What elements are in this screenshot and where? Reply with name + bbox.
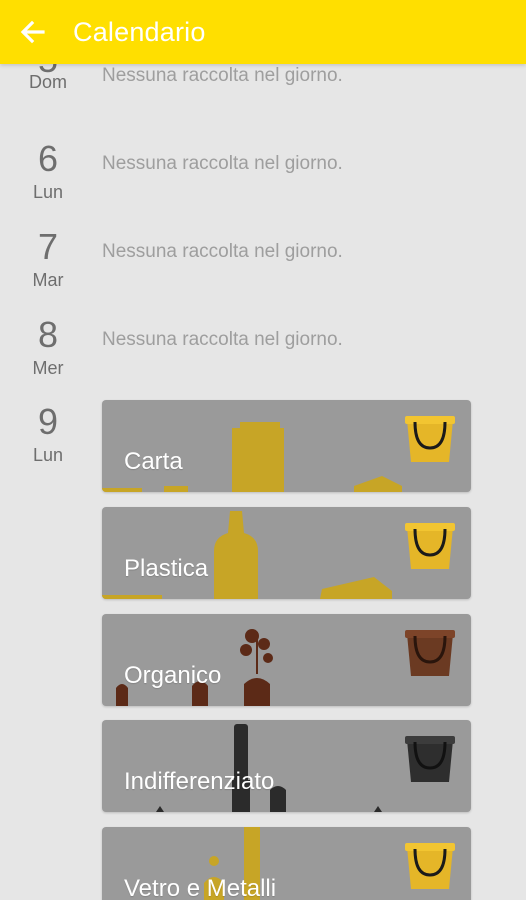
waste-bin-icon bbox=[405, 736, 455, 782]
collection-card-plastica[interactable]: Plastica bbox=[102, 507, 471, 599]
collection-label: Plastica bbox=[124, 555, 209, 582]
day-weekday: Lun bbox=[32, 182, 64, 202]
collection-card-carta[interactable]: Carta bbox=[102, 400, 471, 492]
collection-card-indifferenziato[interactable]: Indifferenziato bbox=[102, 720, 471, 812]
no-collection-message: Nessuna raccolta nel giorno. bbox=[102, 153, 343, 174]
waste-bin-icon bbox=[405, 523, 455, 569]
day-number: 7 bbox=[37, 226, 59, 267]
calendar-list[interactable]: 5 Dom Nessuna raccolta nel giorno. 6 Lun… bbox=[0, 64, 526, 900]
day-weekday: Dom bbox=[28, 72, 67, 92]
app-bar: Calendario bbox=[0, 0, 526, 64]
day-number: 6 bbox=[37, 138, 59, 179]
day-weekday: Lun bbox=[32, 445, 64, 465]
collection-card-vetro-metalli[interactable]: Vetro e Metalli bbox=[102, 827, 471, 900]
collection-label: Organico bbox=[124, 662, 222, 689]
page-title: Calendario bbox=[73, 16, 206, 47]
day-weekday: Mar bbox=[32, 270, 64, 290]
waste-bin-icon bbox=[405, 843, 455, 889]
day-number: 9 bbox=[37, 401, 59, 442]
day-number: 8 bbox=[37, 314, 59, 355]
day-weekday: Mer bbox=[32, 358, 64, 378]
waste-bin-icon bbox=[405, 630, 455, 676]
no-collection-message: Nessuna raccolta nel giorno. bbox=[102, 241, 343, 262]
waste-bin-icon bbox=[405, 416, 455, 462]
collection-label: Indifferenziato bbox=[124, 768, 275, 795]
collection-label: Carta bbox=[124, 448, 183, 475]
no-collection-message: Nessuna raccolta nel giorno. bbox=[102, 329, 343, 350]
no-collection-message: Nessuna raccolta nel giorno. bbox=[102, 65, 343, 86]
collection-label: Vetro e Metalli bbox=[124, 875, 277, 900]
collection-card-organico[interactable]: Organico bbox=[102, 614, 471, 706]
back-button[interactable] bbox=[0, 0, 64, 64]
arrow-left-icon bbox=[20, 20, 45, 44]
